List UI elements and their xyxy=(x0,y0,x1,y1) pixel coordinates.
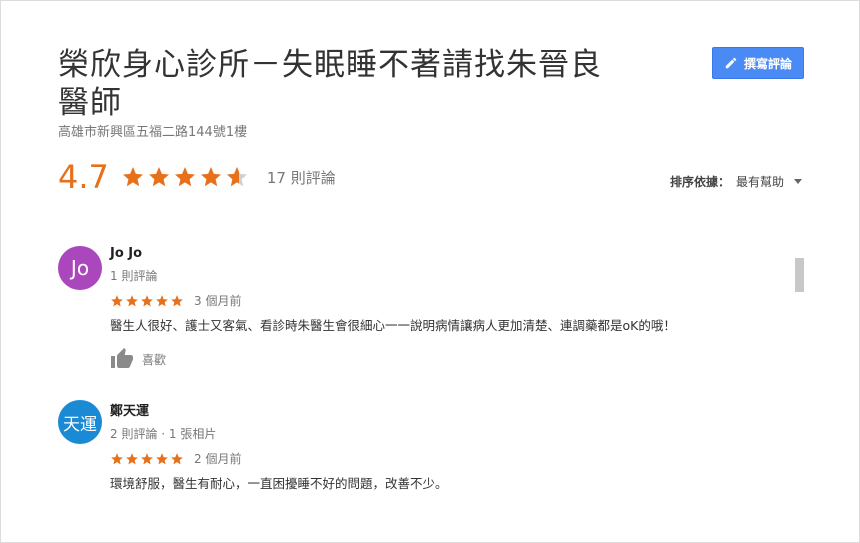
rating-value: 4.7 xyxy=(58,158,109,196)
like-button[interactable]: 喜歡 xyxy=(110,347,190,371)
star-icon xyxy=(200,167,221,187)
avatar[interactable]: 天運 xyxy=(58,400,102,444)
like-label: 喜歡 xyxy=(142,352,167,367)
star-icon xyxy=(111,294,123,306)
write-review-button[interactable]: 撰寫評論 xyxy=(712,47,804,79)
star-icon xyxy=(141,294,153,306)
sort-label: 排序依據： xyxy=(669,175,730,189)
star-icon xyxy=(148,167,169,187)
star-icon xyxy=(126,294,138,306)
avatar[interactable]: Jo xyxy=(58,246,102,290)
place-address: 高雄市新興區五福二路144號1樓 xyxy=(58,125,248,140)
reviewer-meta: 1 則評論 xyxy=(110,269,158,283)
write-review-label: 撰寫評論 xyxy=(743,56,792,71)
sort-dropdown[interactable]: 排序依據： 最有幫助 xyxy=(670,173,802,190)
sort-value: 最有幫助 xyxy=(735,175,784,189)
review-text: 醫生人很好、護士又客氣、看診時朱醫生會很細心一一說明病情讓病人更加清楚、連調藥都… xyxy=(110,318,676,333)
thumbs-up-icon xyxy=(111,348,133,368)
star-icon xyxy=(126,452,138,464)
caret-down-icon xyxy=(794,179,802,184)
place-title: 榮欣身心診所－失眠睡不著請找朱晉良醫師 xyxy=(58,47,602,121)
review-time: 2 個月前 xyxy=(194,452,242,466)
reviewer-meta: 2 則評論 · 1 張相片 xyxy=(110,427,217,441)
star-icon xyxy=(156,452,168,464)
rating-stars xyxy=(121,165,249,189)
star-icon xyxy=(156,294,168,306)
star-icon xyxy=(171,294,183,306)
review-time: 3 個月前 xyxy=(194,294,242,308)
review-stars xyxy=(110,294,184,308)
star-icon xyxy=(111,452,123,464)
review-stars xyxy=(110,452,184,466)
pencil-icon xyxy=(725,57,737,69)
star-icon xyxy=(171,452,183,464)
review-text: 環境舒服，醫生有耐心，一直困擾睡不好的問題，改善不少。 xyxy=(110,476,448,491)
star-icon xyxy=(122,167,143,187)
rating-summary: 4.7 17 則評論 xyxy=(58,155,336,199)
review-count: 17 則評論 xyxy=(266,168,336,187)
reviewer-name[interactable]: Jo Jo xyxy=(110,246,800,261)
star-icon xyxy=(141,452,153,464)
reviewer-name[interactable]: 鄭天運 xyxy=(110,400,800,419)
star-icon xyxy=(174,167,195,187)
half-star-icon xyxy=(226,167,247,187)
